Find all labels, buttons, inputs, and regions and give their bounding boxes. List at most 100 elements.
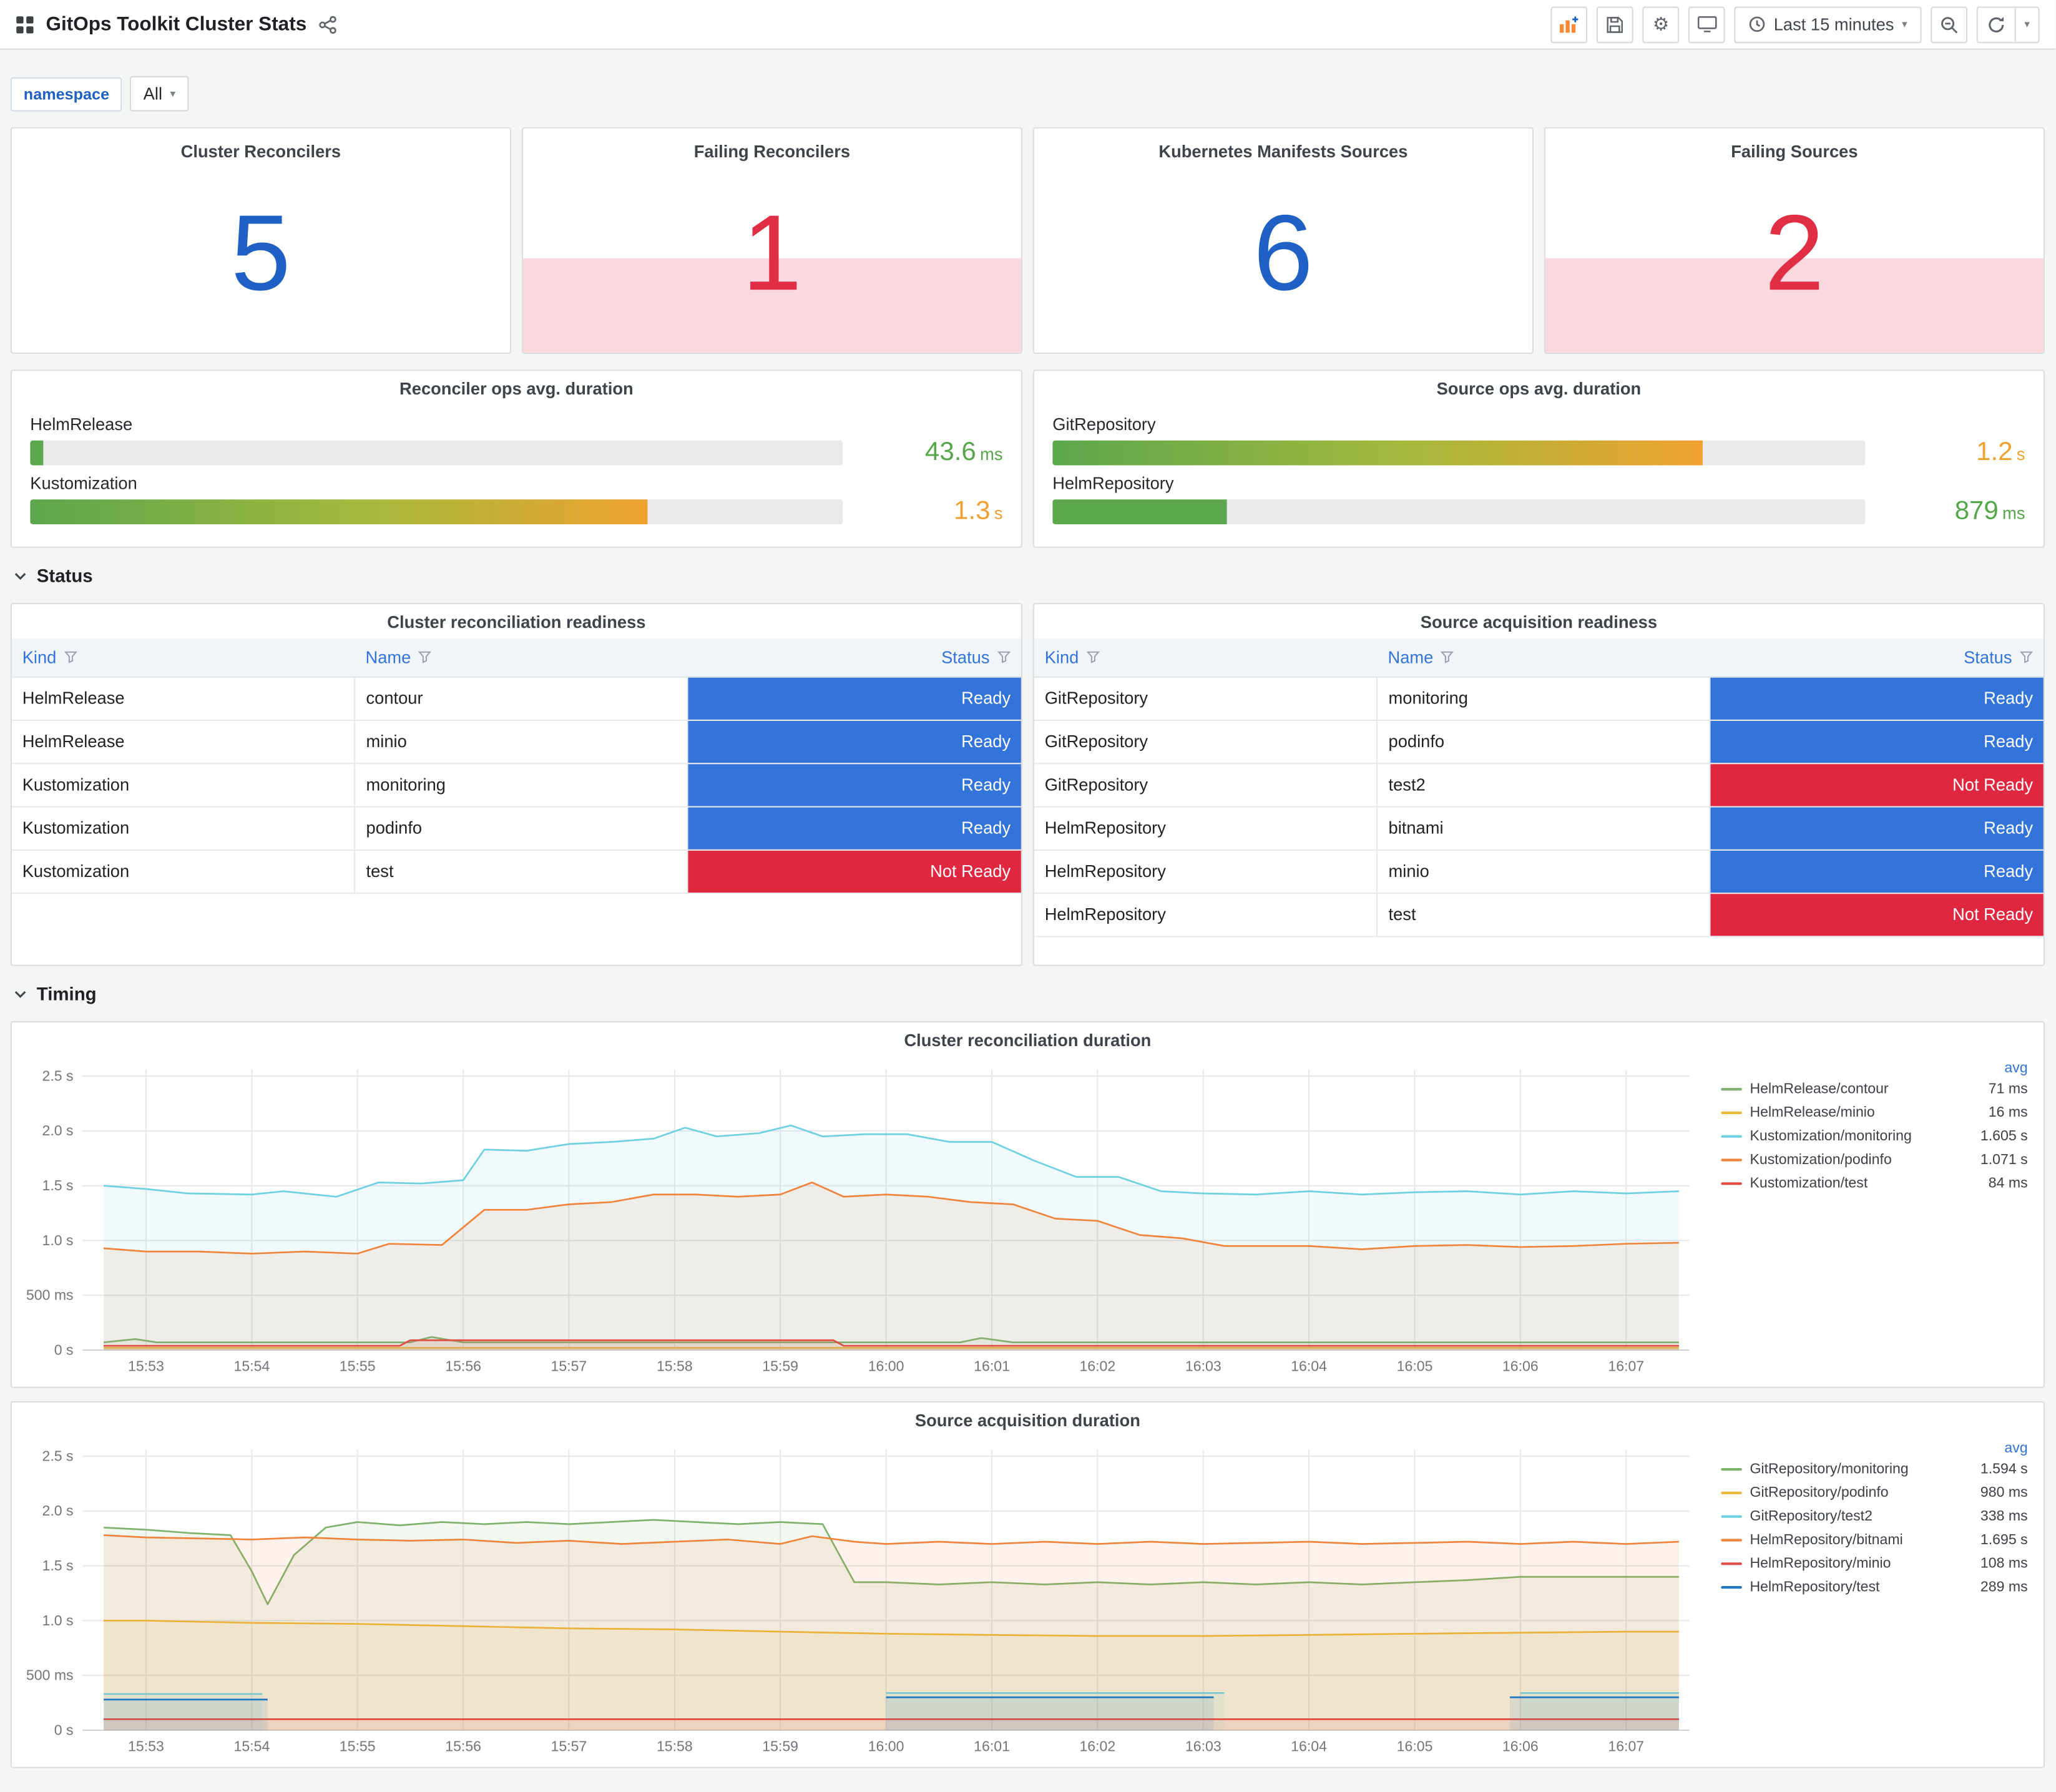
stat-value: 5 xyxy=(230,193,291,313)
time-range-picker[interactable]: Last 15 minutes ▾ xyxy=(1734,6,1922,43)
add-panel-button[interactable] xyxy=(1550,6,1588,43)
stat-panel-cluster-reconcilers: Cluster Reconcilers 5 xyxy=(10,127,511,354)
timeseries-plot[interactable]: 15:53 15:54 15:55 15:56 15:57 15:58 15:59 16:00… xyxy=(14,1437,1708,1760)
series-color-marker xyxy=(1721,1182,1742,1185)
share-icon[interactable] xyxy=(318,15,336,34)
svg-text:15:53: 15:53 xyxy=(128,1738,164,1755)
save-dashboard-icon[interactable] xyxy=(1597,6,1634,43)
legend-item[interactable]: HelmRelease/contour 71 ms xyxy=(1721,1081,2030,1097)
legend-item[interactable]: HelmRepository/test 289 ms xyxy=(1721,1580,2030,1595)
filter-icon[interactable] xyxy=(997,650,1011,664)
series-name[interactable]: GitRepository/monitoring xyxy=(1750,1462,1908,1477)
chevron-down-icon: ▾ xyxy=(170,87,176,99)
cycle-view-mode-tv-icon[interactable] xyxy=(1688,6,1726,43)
series-avg-value: 289 ms xyxy=(1980,1579,2028,1595)
panel-title: Cluster reconciliation duration xyxy=(904,1029,1152,1050)
series-name[interactable]: HelmRelease/contour xyxy=(1750,1081,1888,1097)
series-name[interactable]: Kustomization/monitoring xyxy=(1750,1129,1911,1144)
legend-item[interactable]: GitRepository/test2 338 ms xyxy=(1721,1509,2030,1524)
readiness-table: Kind Name Status HelmRelease contour Ready… xyxy=(11,638,1021,894)
legend-item[interactable]: GitRepository/podinfo 980 ms xyxy=(1721,1485,2030,1501)
filter-icon[interactable] xyxy=(418,650,432,664)
svg-text:15:54: 15:54 xyxy=(234,1738,270,1755)
row-header-timing[interactable]: Timing xyxy=(11,978,2045,1009)
legend-item[interactable]: HelmRelease/minio 16 ms xyxy=(1721,1105,2030,1120)
table-row: HelmRepository test Not Ready xyxy=(1034,893,2044,937)
panel-source-ops-duration: Source ops avg. duration GitRepository 1… xyxy=(1032,370,2045,548)
stat-value: 1 xyxy=(742,193,802,313)
legend-item[interactable]: GitRepository/monitoring 1.594 s xyxy=(1721,1462,2030,1477)
zoom-out-button[interactable] xyxy=(1931,6,1968,43)
svg-text:16:02: 16:02 xyxy=(1079,1358,1115,1374)
name-cell: monitoring xyxy=(355,763,689,807)
table-row: GitRepository test2 Not Ready xyxy=(1034,763,2044,807)
table-header-row: Kind Name Status xyxy=(11,638,1021,677)
row-header-status[interactable]: Status xyxy=(11,560,2045,591)
status-cell: Ready xyxy=(688,676,1021,720)
series-name[interactable]: HelmRepository/minio xyxy=(1750,1556,1891,1572)
series-name[interactable]: GitRepository/test2 xyxy=(1750,1509,1872,1524)
svg-text:1.0 s: 1.0 s xyxy=(42,1232,74,1248)
navbar: GitOps Toolkit Cluster Stats ⚙ Last 15 m… xyxy=(0,0,2055,50)
tables-row: Cluster reconciliation readiness Kind Na… xyxy=(10,602,2045,966)
chevron-down-icon: ▾ xyxy=(2024,17,2030,30)
legend-avg-header[interactable]: avg xyxy=(1721,1060,2027,1076)
svg-text:500 ms: 500 ms xyxy=(26,1667,74,1683)
series-name[interactable]: Kustomization/podinfo xyxy=(1750,1152,1891,1168)
column-header-status[interactable]: Status xyxy=(688,638,1021,677)
legend-item[interactable]: Kustomization/test 84 ms xyxy=(1721,1176,2030,1192)
name-cell: bitnami xyxy=(1377,806,1711,850)
legend-item[interactable]: HelmRepository/minio 108 ms xyxy=(1721,1556,2030,1572)
column-header-name[interactable]: Name xyxy=(355,638,688,677)
legend-avg-header[interactable]: avg xyxy=(1721,1441,2027,1456)
refresh-interval-dropdown[interactable]: ▾ xyxy=(2014,7,2039,42)
apps-grid-icon[interactable] xyxy=(16,15,34,33)
svg-text:16:04: 16:04 xyxy=(1291,1738,1327,1755)
legend-item[interactable]: Kustomization/podinfo 1.071 s xyxy=(1721,1152,2030,1168)
gauge-value: 1.2 s xyxy=(1976,437,2025,466)
legend-item[interactable]: Kustomization/monitoring 1.605 s xyxy=(1721,1129,2030,1144)
panel-reconciler-ops-duration: Reconciler ops avg. duration HelmRelease… xyxy=(10,370,1022,548)
filter-icon[interactable] xyxy=(64,650,77,664)
series-name[interactable]: Kustomization/test xyxy=(1750,1176,1868,1192)
gauge-track xyxy=(1052,439,1866,465)
chart-svg[interactable]: 15:53 15:54 15:55 15:56 15:57 15:58 15:59 16:00… xyxy=(14,1437,1708,1760)
gauge-row: GitRepository 1.2 s xyxy=(1052,414,2025,468)
column-header-status[interactable]: Status xyxy=(1710,638,2044,677)
series-avg-value: 980 ms xyxy=(1980,1485,2028,1501)
status-cell: Ready xyxy=(688,806,1021,850)
navbar-left: GitOps Toolkit Cluster Stats xyxy=(16,13,336,36)
svg-text:15:58: 15:58 xyxy=(657,1358,693,1374)
svg-text:16:04: 16:04 xyxy=(1291,1358,1327,1374)
chart-svg[interactable]: 15:53 15:54 15:55 15:56 15:57 15:58 15:59 16:00… xyxy=(14,1057,1708,1379)
timeseries-plot[interactable]: 15:53 15:54 15:55 15:56 15:57 15:58 15:59 16:00… xyxy=(14,1057,1708,1379)
status-cell: Ready xyxy=(1710,806,2044,850)
series-name[interactable]: GitRepository/podinfo xyxy=(1750,1485,1888,1501)
readiness-table: Kind Name Status GitRepository monitoring… xyxy=(1034,638,2044,937)
series-name[interactable]: HelmRepository/test xyxy=(1750,1580,1879,1595)
column-header-kind[interactable]: Kind xyxy=(11,638,355,677)
series-name[interactable]: HelmRelease/minio xyxy=(1750,1105,1874,1120)
name-cell: podinfo xyxy=(1377,719,1711,764)
refresh-dashboard-button[interactable] xyxy=(1978,7,2015,42)
variable-namespace-dropdown[interactable]: All ▾ xyxy=(130,76,189,112)
dashboard-settings-gear-icon[interactable]: ⚙ xyxy=(1642,6,1680,43)
column-header-kind[interactable]: Kind xyxy=(1034,638,1378,677)
series-color-marker xyxy=(1721,1539,1742,1542)
column-header-name[interactable]: Name xyxy=(1377,638,1711,677)
series-color-marker xyxy=(1721,1468,1742,1471)
table-row: HelmRelease contour Ready xyxy=(11,676,1021,720)
filter-icon[interactable] xyxy=(1441,650,1454,664)
legend-item[interactable]: HelmRepository/bitnami 1.695 s xyxy=(1721,1532,2030,1548)
svg-text:16:06: 16:06 xyxy=(1502,1738,1539,1755)
series-name[interactable]: HelmRepository/bitnami xyxy=(1750,1532,1902,1548)
filter-icon[interactable] xyxy=(1086,650,1100,664)
svg-text:16:01: 16:01 xyxy=(974,1738,1010,1755)
series-avg-value: 108 ms xyxy=(1980,1555,2028,1572)
panel-source-acquisition-readiness: Source acquisition readiness Kind Name S… xyxy=(1032,602,2045,966)
gauge-row: HelmRelease 43.6 ms xyxy=(30,414,1002,468)
series-avg-value: 84 ms xyxy=(1988,1175,2028,1192)
time-range-label: Last 15 minutes xyxy=(1773,14,1894,34)
dashboard-body: namespace All ▾ Cluster Reconcilers 5 Fa… xyxy=(0,50,2055,1768)
filter-icon[interactable] xyxy=(2020,650,2034,664)
